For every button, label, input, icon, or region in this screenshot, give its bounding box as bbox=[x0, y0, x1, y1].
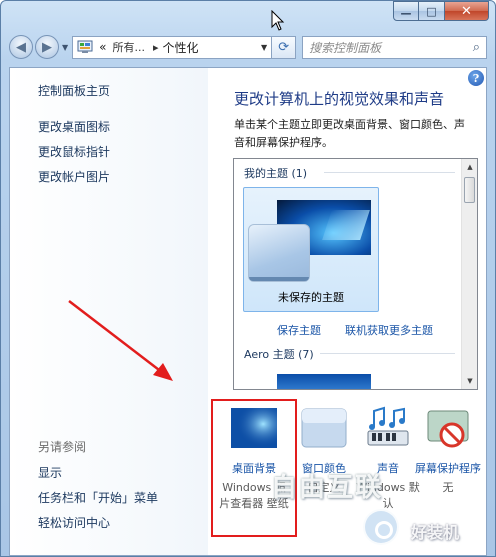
watermark-text: 自由互联 bbox=[271, 473, 384, 503]
get-more-themes-link[interactable]: 联机获取更多主题 bbox=[345, 322, 433, 338]
sidebar-link-control-panel-home[interactable]: 控制面板主页 bbox=[38, 82, 110, 99]
close-button[interactable]: ✕ bbox=[445, 1, 489, 21]
page-title: 更改计算机上的视觉效果和声音 bbox=[234, 90, 445, 108]
search-input[interactable]: 搜索控制面板 ⌕ bbox=[302, 35, 487, 59]
red-annotation-arrow bbox=[68, 300, 173, 381]
sidebar-link-change-desktop-icons[interactable]: 更改桌面图标 bbox=[38, 118, 110, 135]
save-theme-link[interactable]: 保存主题 bbox=[277, 322, 321, 338]
search-icon[interactable]: ⌕ bbox=[473, 40, 480, 55]
theme-tile-unsaved[interactable]: 未保存的主题 bbox=[243, 187, 379, 312]
my-themes-heading: 我的主题 (1) bbox=[244, 167, 308, 180]
address-separator-icon[interactable]: ▸ bbox=[153, 41, 159, 54]
mouse-cursor-icon bbox=[271, 10, 285, 31]
navigation-bar: ◀ ▶ ▼ « 所有... ▸ 个性化 ▼ ⟳ 搜索控制面板 ⌕ bbox=[9, 33, 487, 61]
minimize-icon: — bbox=[400, 6, 412, 20]
scroll-up-icon[interactable]: ▲ bbox=[462, 159, 477, 175]
maximize-icon: □ bbox=[426, 4, 437, 18]
theme-tile-label: 未保存的主题 bbox=[278, 291, 344, 304]
refresh-icon: ⟳ bbox=[278, 39, 290, 55]
back-button[interactable]: ◀ bbox=[9, 35, 33, 59]
forward-arrow-icon: ▶ bbox=[42, 39, 52, 55]
address-crumb-personalization[interactable]: 个性化 bbox=[163, 39, 199, 56]
address-overflow-chevrons[interactable]: « bbox=[99, 40, 106, 54]
address-crumb-all[interactable]: 所有... bbox=[113, 39, 146, 55]
scroll-down-icon[interactable]: ▼ bbox=[462, 373, 477, 389]
window-frame: — □ ✕ ◀ ▶ ▼ « 所有... ▸ 个性化 ▼ ⟳ 搜索控制面板 ⌕ 控… bbox=[0, 0, 496, 557]
theme-list[interactable]: 我的主题 (1) 未保存的主题 保存主题 联机获取更多主题 Aero 主题 (7… bbox=[233, 158, 478, 390]
screen-saver-icon bbox=[427, 410, 469, 448]
window-color-swatch bbox=[248, 224, 310, 282]
search-placeholder: 搜索控制面板 bbox=[309, 40, 382, 55]
screen-saver-item[interactable]: 屏幕保护程序 无 bbox=[413, 405, 483, 496]
group-divider bbox=[324, 172, 455, 173]
theme-list-scrollbar[interactable]: ▲ ▼ bbox=[461, 159, 477, 389]
group-divider bbox=[320, 353, 455, 354]
page-description: 单击某个主题立即更改桌面背景、窗口颜色、声音和屏幕保护程序。 bbox=[234, 118, 465, 149]
sounds-icon bbox=[367, 406, 409, 446]
address-bar[interactable]: « 所有... ▸ 个性化 ▼ bbox=[72, 35, 273, 59]
watermark-text-secondary: 好装机 bbox=[411, 523, 460, 542]
windows-logo-light bbox=[322, 210, 370, 240]
screen-saver-value: 无 bbox=[442, 481, 454, 494]
forward-button[interactable]: ▶ bbox=[35, 35, 59, 59]
screen-saver-label[interactable]: 屏幕保护程序 bbox=[413, 460, 483, 476]
aero-theme-thumbnail[interactable] bbox=[277, 374, 371, 389]
scrollbar-thumb[interactable] bbox=[464, 177, 475, 203]
minimize-button[interactable]: — bbox=[393, 1, 419, 21]
sidebar-link-change-mouse-pointers[interactable]: 更改鼠标指针 bbox=[38, 143, 110, 160]
aero-themes-heading: Aero 主题 (7) bbox=[244, 348, 314, 361]
help-icon[interactable]: ? bbox=[468, 70, 484, 86]
window-color-icon bbox=[301, 408, 347, 448]
back-arrow-icon: ◀ bbox=[16, 39, 26, 55]
maximize-button[interactable]: □ bbox=[419, 1, 445, 21]
close-icon: ✕ bbox=[461, 3, 472, 19]
address-dropdown-icon[interactable]: ▼ bbox=[261, 43, 267, 52]
control-panel-icon bbox=[77, 40, 93, 53]
recent-pages-dropdown-icon[interactable]: ▼ bbox=[62, 43, 68, 52]
caption-buttons: — □ ✕ bbox=[393, 1, 489, 21]
watermark-logo bbox=[363, 509, 399, 545]
refresh-button[interactable]: ⟳ bbox=[272, 35, 297, 59]
sidebar-link-change-account-picture[interactable]: 更改帐户图片 bbox=[38, 168, 110, 185]
